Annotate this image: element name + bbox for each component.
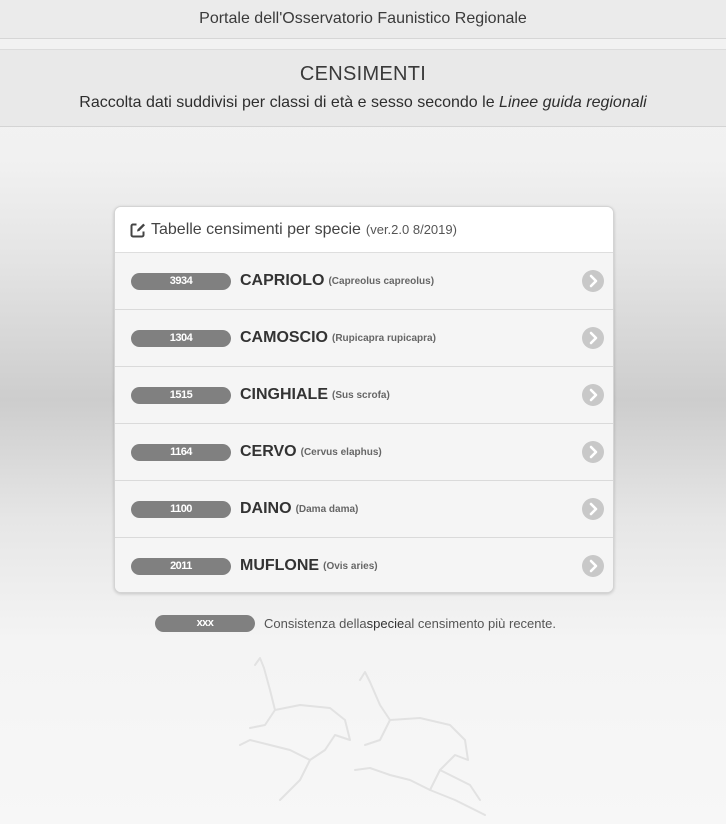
card-title: Tabelle censimenti per specie bbox=[151, 220, 361, 238]
chevron-right-icon[interactable] bbox=[582, 270, 604, 292]
species-row-capriolo[interactable]: 3934 CAPRIOLO (Capreolus capreolus) bbox=[115, 253, 613, 310]
card-header: Tabelle censimenti per specie (ver.2.0 8… bbox=[115, 207, 613, 253]
page-subtitle: Raccolta dati suddivisi per classi di et… bbox=[0, 94, 726, 112]
chevron-right-icon[interactable] bbox=[582, 498, 604, 520]
species-name: CINGHIALE bbox=[240, 386, 328, 403]
species-latin-name: (Sus scrofa) bbox=[332, 389, 390, 401]
legend: xxx Consistenza della specie al censimen… bbox=[155, 615, 556, 632]
legend-text: Consistenza della bbox=[264, 616, 367, 631]
subtitle-text: Raccolta dati suddivisi per classi di et… bbox=[79, 94, 500, 111]
species-name: CERVO bbox=[240, 443, 297, 460]
chevron-right-icon[interactable] bbox=[582, 384, 604, 406]
species-count-badge: 2011 bbox=[131, 557, 231, 575]
species-latin-name: (Ovis aries) bbox=[323, 560, 378, 572]
portal-title: Portale dell'Osservatorio Faunistico Reg… bbox=[199, 10, 527, 27]
legend-text-end: al censimento più recente. bbox=[404, 616, 556, 631]
legend-text-strong: specie bbox=[366, 616, 405, 631]
page-title: CENSIMENTI bbox=[299, 63, 427, 85]
species-count-badge: 1164 bbox=[131, 443, 231, 461]
species-count-badge: 1304 bbox=[131, 329, 231, 347]
species-name: DAINO bbox=[240, 500, 292, 517]
species-name: CAPRIOLO bbox=[240, 272, 325, 289]
species-latin-name: (Rupicapra rupicapra) bbox=[332, 332, 436, 344]
guidelines-emphasis: Linee guida regionali bbox=[499, 94, 647, 111]
species-count-badge: 3934 bbox=[131, 272, 231, 290]
species-latin-name: (Capreolus capreolus) bbox=[328, 275, 435, 287]
species-row-cervo[interactable]: 1164 CERVO (Cervus elaphus) bbox=[115, 424, 613, 481]
species-latin-name: (Cervus elaphus) bbox=[300, 446, 382, 458]
species-name: CAMOSCIO bbox=[240, 329, 328, 346]
chevron-right-icon[interactable] bbox=[582, 441, 604, 463]
chevron-right-icon[interactable] bbox=[582, 327, 604, 349]
species-row-cinghiale[interactable]: 1515 CINGHIALE (Sus scrofa) bbox=[115, 367, 613, 424]
chevron-right-icon[interactable] bbox=[582, 555, 604, 577]
species-latin-name: (Dama dama) bbox=[295, 503, 359, 515]
edit-icon bbox=[130, 223, 145, 237]
species-row-camoscio[interactable]: 1304 CAMOSCIO (Rupicapra rupicapra) bbox=[115, 310, 613, 367]
page-header: CENSIMENTI Raccolta dati suddivisi per c… bbox=[0, 49, 726, 127]
species-census-card: Tabelle censimenti per specie (ver.2.0 8… bbox=[114, 206, 614, 593]
legend-badge: xxx bbox=[155, 615, 255, 632]
species-count-badge: 1515 bbox=[131, 386, 231, 404]
card-version: (ver.2.0 8/2019) bbox=[365, 222, 457, 237]
species-name: MUFLONE bbox=[240, 557, 320, 574]
portal-title-bar: Portale dell'Osservatorio Faunistico Reg… bbox=[0, 0, 726, 39]
species-row-muflone[interactable]: 2011 MUFLONE (Ovis aries) bbox=[115, 538, 613, 592]
species-count-badge: 1100 bbox=[131, 500, 231, 518]
species-row-daino[interactable]: 1100 DAINO (Dama dama) bbox=[115, 481, 613, 538]
deer-watermark-icon bbox=[239, 657, 486, 816]
